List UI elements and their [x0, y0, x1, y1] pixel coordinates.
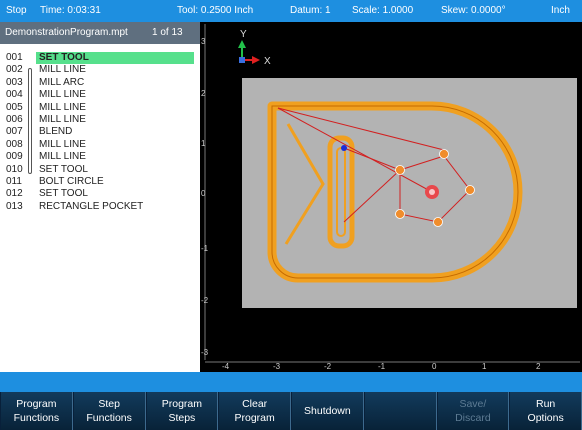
toolpath-canvas[interactable]: 3 2 1 0 -1 -2 -3 -4 -3 -2 -1 0 1 2 Y X	[200, 22, 582, 372]
step-number: 011	[6, 175, 22, 187]
elapsed-time: Time: 0:03:31	[40, 5, 101, 16]
ruler-label: 1	[201, 139, 206, 148]
softkey-label-line1: Program	[161, 398, 202, 410]
step-name: MILL LINE	[39, 138, 86, 150]
bottom-ruler-labels: -4 -3 -2 -1 0 1 2	[222, 362, 541, 371]
step-name: SET TOOL	[39, 163, 88, 175]
bolt-hole	[395, 209, 405, 219]
save-discard-button[interactable]: Save/ Discard	[436, 392, 510, 430]
softkey-label-line2: Functions	[86, 412, 132, 424]
message-bar	[0, 372, 582, 392]
step-name: MILL LINE	[39, 89, 86, 101]
softkey-label-line2: Program	[234, 412, 275, 424]
step-name: MILL ARC	[39, 76, 85, 88]
softkey-label-line1: Run	[535, 398, 556, 410]
step-name: MILL LINE	[39, 101, 86, 113]
bolt-hole	[433, 217, 443, 227]
step-number: 013	[6, 200, 23, 212]
bolt-hole	[439, 149, 449, 159]
step-name: SET TOOL	[36, 52, 194, 65]
step-name: MILL LINE	[39, 64, 86, 76]
clear-program-button[interactable]: Clear Program	[218, 392, 291, 430]
softkey-label-line1: Clear	[242, 398, 268, 410]
softkey-label-line1: Shutdown	[304, 405, 351, 417]
axis-indicator-icon	[238, 40, 260, 64]
ruler-label: 0	[201, 189, 206, 198]
step-name: RECTANGLE POCKET	[39, 200, 144, 212]
step-number: 001	[6, 52, 23, 63]
softkey-label-line2: Options	[527, 412, 564, 424]
ruler-label: -1	[201, 244, 209, 253]
program-panel: DemonstrationProgram.mpt 1 of 13 001 SET…	[0, 22, 200, 372]
softkey-label-line2: Functions	[13, 412, 60, 424]
y-axis-label: Y	[240, 29, 247, 40]
program-step[interactable]: 012 SET TOOL	[0, 188, 200, 200]
step-name: BLEND	[39, 126, 73, 138]
units-readout: Inch	[551, 5, 570, 16]
skew-readout: Skew: 0.0000°	[441, 5, 506, 16]
file-name: DemonstrationProgram.mpt	[5, 27, 128, 38]
ruler-label: -3	[201, 348, 209, 357]
x-axis-label: X	[264, 56, 271, 67]
scale-readout: Scale: 1.0000	[352, 5, 414, 16]
program-functions-button[interactable]: Program Functions	[0, 392, 73, 430]
group-bracket	[28, 68, 32, 174]
tool-position-marker	[341, 145, 347, 151]
step-number: 012	[6, 188, 23, 200]
tool-size: Tool: 0.2500 Inch	[177, 5, 254, 16]
softkey-label-line1: Save/	[459, 398, 487, 410]
step-name: BOLT CIRCLE	[39, 175, 104, 187]
ruler-label: -3	[273, 362, 281, 371]
file-header: DemonstrationProgram.mpt 1 of 13	[0, 22, 200, 44]
ruler-label: 2	[536, 362, 541, 371]
ruler-label: -2	[324, 362, 332, 371]
bolt-hole	[465, 185, 475, 195]
softkey-label-line2: Discard	[455, 412, 491, 424]
softkey-label-line1: Step	[98, 398, 120, 410]
program-step[interactable]: 011 BOLT CIRCLE	[0, 176, 200, 188]
softkey-label-line2: Steps	[168, 412, 196, 424]
shutdown-button[interactable]: Shutdown	[291, 392, 364, 430]
step-name: MILL LINE	[39, 151, 86, 163]
program-step[interactable]: 013 RECTANGLE POCKET	[0, 201, 200, 213]
datum-readout: Datum: 1	[290, 5, 331, 16]
bolt-hole	[395, 165, 405, 175]
ruler-label: 1	[482, 362, 487, 371]
toolpath-viewport[interactable]: 3 2 1 0 -1 -2 -3 -4 -3 -2 -1 0 1 2 Y X	[200, 22, 582, 372]
step-functions-button[interactable]: Step Functions	[72, 392, 146, 430]
ruler-label: 3	[201, 37, 206, 46]
step-position: 1 of 13	[152, 27, 183, 38]
run-options-button[interactable]: Run Options	[509, 392, 582, 430]
blank-softkey[interactable]	[363, 392, 437, 430]
softkey-bar: Program Functions Step Functions Program…	[0, 392, 582, 430]
step-name: MILL LINE	[39, 113, 86, 125]
ruler-label: -2	[201, 296, 209, 305]
program-steps-button[interactable]: Program Steps	[145, 392, 219, 430]
program-step[interactable]: 001 SET TOOL	[0, 52, 200, 65]
softkey-label-line1: Program	[16, 398, 57, 410]
ruler-label: 2	[201, 89, 206, 98]
ruler-label: -4	[222, 362, 230, 371]
run-state: Stop	[6, 5, 27, 16]
ruler-label: 0	[432, 362, 437, 371]
ruler-label: -1	[378, 362, 386, 371]
step-name: SET TOOL	[39, 188, 88, 200]
status-bar: Stop Time: 0:03:31 Tool: 0.2500 Inch Dat…	[0, 0, 582, 22]
